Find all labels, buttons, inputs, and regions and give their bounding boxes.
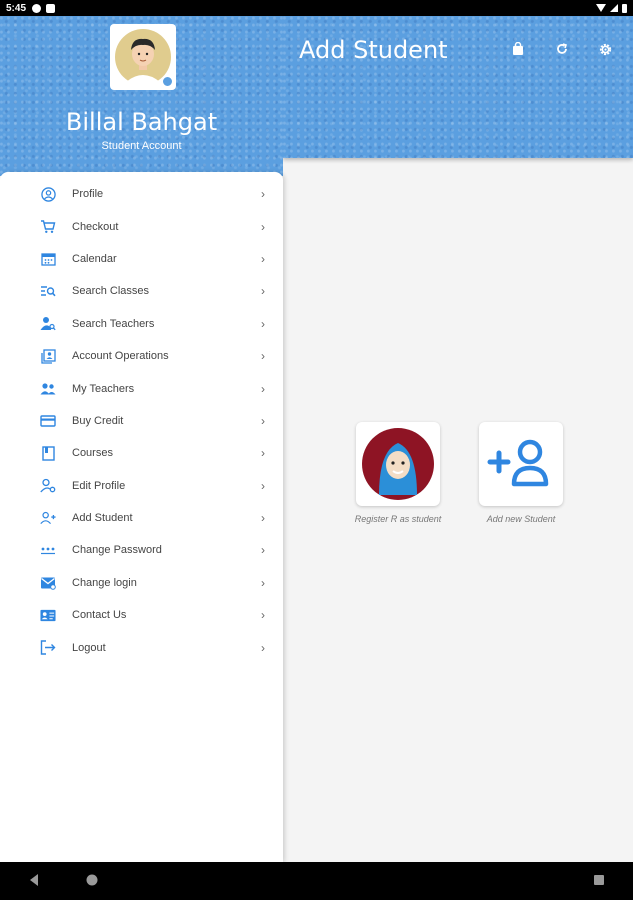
drawer-header: Billal Bahgat Student Account — [0, 16, 283, 176]
contact-icon — [40, 607, 56, 623]
back-button[interactable] — [28, 873, 40, 892]
settings-button[interactable] — [596, 40, 614, 58]
page-title: Add Student — [299, 36, 448, 64]
wifi-icon — [596, 4, 606, 12]
chevron-right-icon: › — [261, 478, 265, 493]
recents-icon — [594, 875, 604, 885]
drawer-item-label: Calendar — [72, 252, 117, 265]
recents-button[interactable] — [593, 873, 605, 891]
refresh-button[interactable] — [553, 40, 571, 58]
cart-icon — [40, 219, 56, 235]
status-bar: 5:45 — [0, 0, 633, 16]
chevron-right-icon: › — [261, 284, 265, 299]
chevron-right-icon: › — [261, 381, 265, 396]
chevron-right-icon: › — [261, 413, 265, 428]
drawer-menu: Profile › Checkout › Calendar › Search C… — [0, 172, 283, 664]
drawer-item-account-operations[interactable]: Account Operations › — [0, 340, 283, 372]
drawer-item-label: Buy Credit — [72, 414, 124, 427]
search-teachers-icon — [40, 316, 56, 332]
drawer-item-label: Checkout — [72, 220, 119, 233]
courses-icon — [40, 445, 56, 461]
chevron-right-icon: › — [261, 575, 265, 590]
battery-icon — [622, 3, 627, 13]
drawer-item-label: Logout — [72, 641, 106, 654]
drawer-item-label: Edit Profile — [72, 479, 126, 492]
drawer-item-add-student[interactable]: Add Student › — [0, 502, 283, 534]
password-icon — [40, 542, 56, 558]
notification-icon — [32, 3, 42, 13]
chevron-right-icon: › — [261, 219, 265, 234]
status-time: 5:45 — [6, 2, 27, 14]
add-new-student-label: Add new Student — [486, 514, 556, 524]
add-user-icon — [487, 439, 549, 487]
user-name: Billal Bahgat — [65, 108, 218, 136]
drawer-item-checkout[interactable]: Checkout › — [0, 210, 283, 242]
register-as-student-label: Register R as student — [354, 514, 442, 524]
drawer-item-edit-profile[interactable]: Edit Profile › — [0, 470, 283, 502]
add-new-student-card[interactable] — [479, 422, 563, 506]
drawer-item-courses[interactable]: Courses › — [0, 437, 283, 469]
drawer-item-label: Contact Us — [72, 609, 127, 622]
user-role: Student Account — [101, 140, 182, 152]
system-navigation-bar — [0, 862, 633, 900]
drawer-item-change-password[interactable]: Change Password › — [0, 534, 283, 566]
add-new-student-option: Add new Student — [466, 422, 576, 524]
home-icon — [86, 874, 98, 886]
chevron-right-icon: › — [261, 608, 265, 623]
navigation-drawer: Profile › Checkout › Calendar › Search C… — [0, 172, 283, 862]
chevron-right-icon: › — [261, 187, 265, 202]
credit-card-icon — [40, 413, 56, 429]
refresh-icon — [557, 43, 568, 54]
logout-icon — [40, 640, 56, 656]
drawer-item-label: Search Teachers — [72, 317, 155, 330]
register-as-student-card[interactable] — [356, 422, 440, 506]
search-classes-icon — [40, 283, 56, 299]
drawer-item-my-teachers[interactable]: My Teachers › — [0, 372, 283, 404]
edit-profile-icon — [40, 478, 56, 494]
chevron-right-icon: › — [261, 511, 265, 526]
email-icon — [40, 575, 56, 591]
drawer-item-buy-credit[interactable]: Buy Credit › — [0, 405, 283, 437]
drawer-item-profile[interactable]: Profile › — [0, 178, 283, 210]
drawer-item-contact-us[interactable]: Contact Us › — [0, 599, 283, 631]
drawer-item-label: Profile — [72, 188, 104, 201]
app-bar: Add Student — [283, 16, 633, 158]
bag-icon — [513, 42, 523, 55]
drawer-item-label: Change login — [72, 576, 137, 589]
profile-icon — [40, 186, 56, 202]
chevron-right-icon: › — [261, 251, 265, 266]
account-operations-icon — [40, 348, 56, 364]
drawer-item-search-teachers[interactable]: Search Teachers › — [0, 308, 283, 340]
chevron-right-icon: › — [261, 543, 265, 558]
teachers-icon — [40, 381, 56, 397]
back-icon — [30, 874, 38, 886]
drawer-item-label: Search Classes — [72, 285, 150, 298]
settings-icon — [599, 43, 611, 55]
drawer-item-calendar[interactable]: Calendar › — [0, 243, 283, 275]
sim-icon — [46, 3, 56, 13]
drawer-item-change-login[interactable]: Change login › — [0, 567, 283, 599]
student-avatar-image — [362, 428, 434, 500]
chevron-right-icon: › — [261, 446, 265, 461]
drawer-item-label: Courses — [72, 447, 113, 460]
signal-icon — [610, 4, 618, 12]
avatar-badge-icon — [161, 75, 174, 88]
drawer-item-label: Change Password — [72, 544, 162, 557]
chevron-right-icon: › — [261, 640, 265, 655]
bag-button[interactable] — [509, 40, 527, 58]
drawer-item-label: My Teachers — [72, 382, 135, 395]
avatar[interactable] — [110, 24, 176, 90]
home-button[interactable] — [85, 873, 99, 892]
drawer-item-logout[interactable]: Logout › — [0, 631, 283, 663]
chevron-right-icon: › — [261, 349, 265, 364]
register-as-student-option: Register R as student — [343, 422, 453, 524]
add-student-icon — [40, 510, 56, 526]
calendar-icon — [40, 251, 56, 267]
drawer-item-search-classes[interactable]: Search Classes › — [0, 275, 283, 307]
chevron-right-icon: › — [261, 316, 265, 331]
drawer-item-label: Account Operations — [72, 350, 169, 363]
drawer-item-label: Add Student — [72, 512, 133, 525]
